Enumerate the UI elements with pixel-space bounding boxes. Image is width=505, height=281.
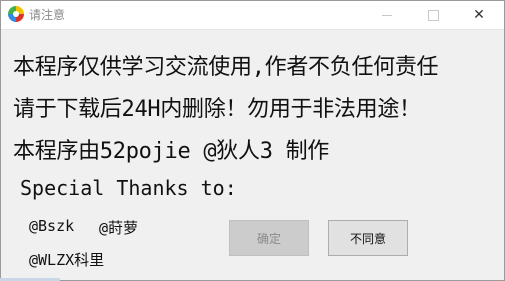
dialog-window: 请注意 ✕ 本程序仅供学习交流使用,作者不负任何责任 请于下载后24H内删除！勿… [0,0,505,281]
close-button[interactable]: ✕ [456,1,502,29]
minimize-icon [382,14,392,16]
maximize-icon [427,9,439,21]
thanks-name: @WLZX科里 [29,251,105,269]
thanks-name: @Bszk [29,217,75,235]
notice-line-delete: 请于下载后24H内删除！勿用于非法用途！ [13,97,421,122]
maximize-button[interactable] [410,1,456,29]
thanks-heading: Special Thanks to: [20,176,237,200]
title-bar[interactable]: 请注意 ✕ [1,1,504,30]
ok-button[interactable]: 确定 [229,220,309,256]
notice-line-disclaimer: 本程序仅供学习交流使用,作者不负任何责任 [13,55,439,80]
minimize-button[interactable] [364,1,410,29]
notice-line-author: 本程序由52pojie @狄人3 制作 [13,139,329,164]
disagree-button[interactable]: 不同意 [328,220,408,256]
close-icon: ✕ [473,7,485,23]
app-icon [8,6,24,22]
thanks-name: @莳萝 [99,219,139,237]
window-title: 请注意 [29,8,66,22]
